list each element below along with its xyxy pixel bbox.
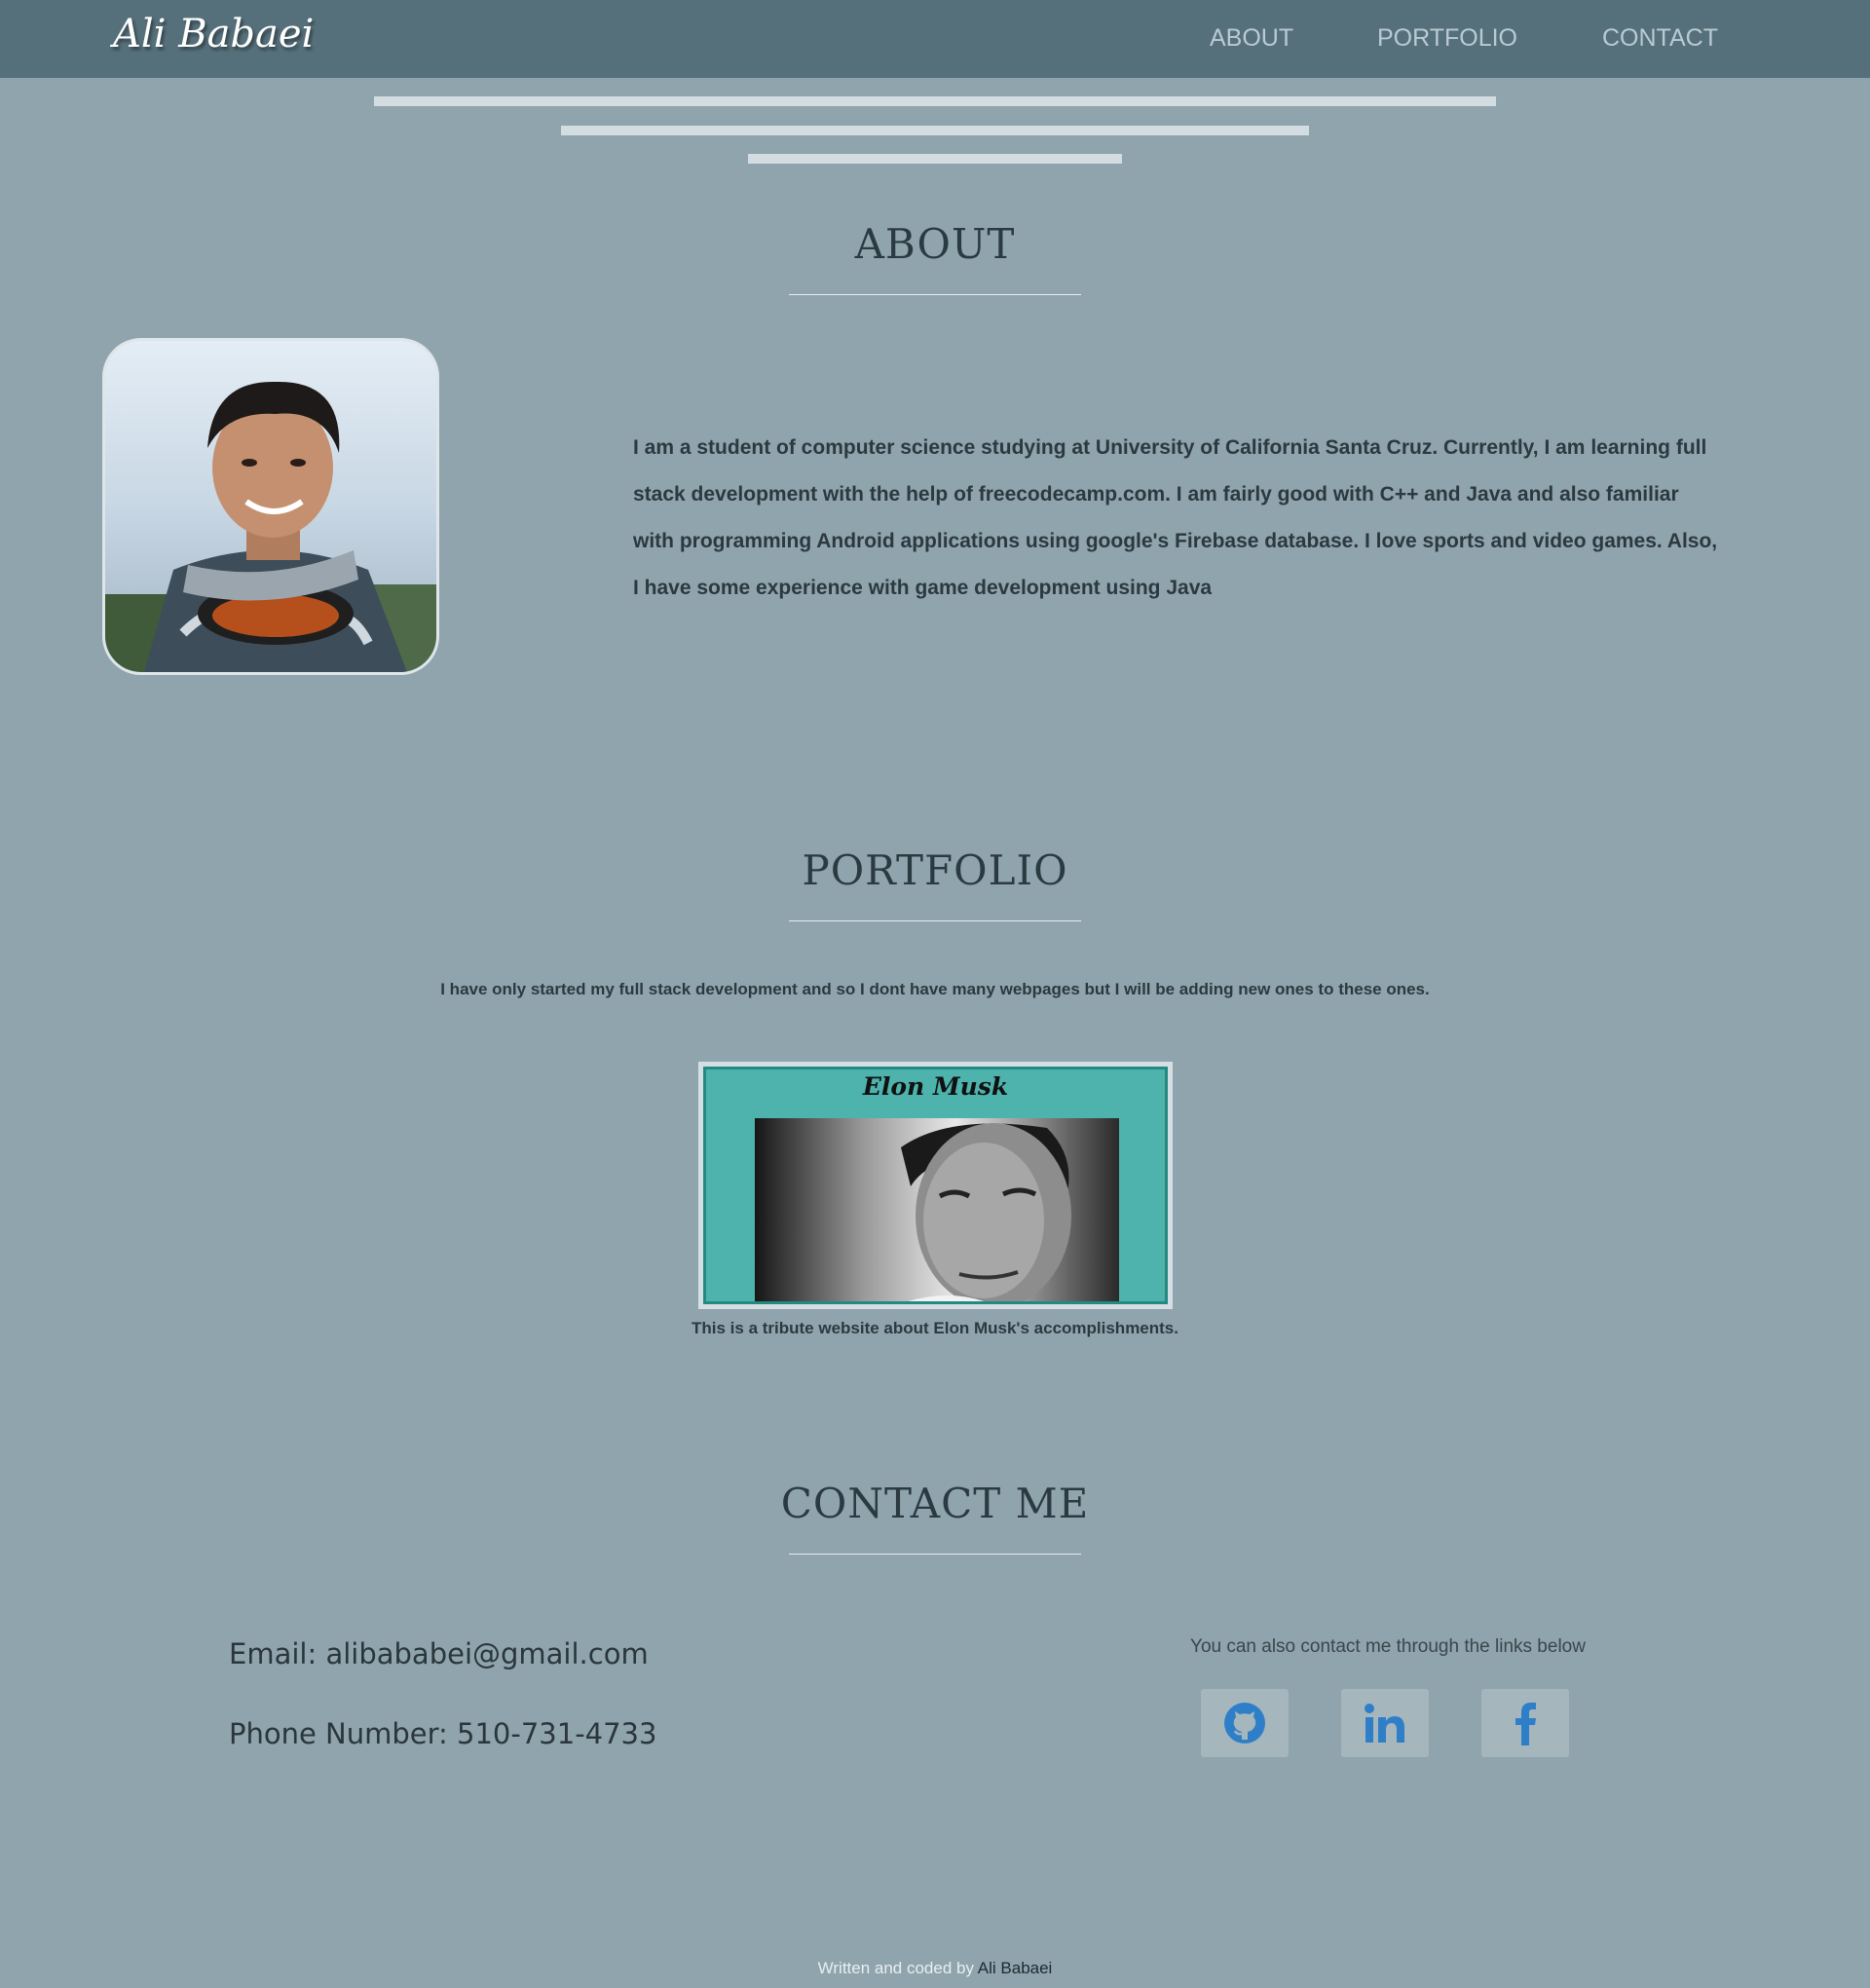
contact-phone: Phone Number: 510-731-4733 — [229, 1717, 657, 1750]
about-divider — [789, 294, 1081, 295]
portfolio-divider — [789, 920, 1081, 921]
decorative-stripe — [748, 154, 1122, 164]
github-link-button[interactable] — [1201, 1689, 1289, 1757]
footer-author-link[interactable]: Ali Babaei — [978, 1959, 1053, 1977]
github-icon — [1224, 1703, 1265, 1744]
footer-text: Written and coded by — [817, 1959, 974, 1977]
contact-divider — [789, 1554, 1081, 1555]
facebook-icon — [1515, 1703, 1536, 1745]
brand-logo[interactable]: Ali Babaei — [113, 12, 314, 56]
footer: Written and coded by Ali Babaei — [0, 1959, 1870, 1978]
nav-link-about[interactable]: ABOUT — [1210, 24, 1293, 53]
decorative-stripe — [561, 126, 1309, 135]
about-text: I am a student of computer science study… — [633, 436, 1718, 599]
navbar: Ali Babaei ABOUT PORTFOLIO CONTACT — [0, 0, 1870, 78]
about-heading: ABOUT — [854, 220, 1016, 268]
contact-links-note: You can also contact me through the link… — [1190, 1636, 1586, 1657]
project-preview-heading: Elon Musk — [862, 1072, 1009, 1101]
profile-photo — [102, 338, 439, 675]
project-preview-image — [755, 1118, 1119, 1301]
project-card-elon-musk[interactable]: Elon Musk — [698, 1062, 1173, 1309]
nav-link-contact[interactable]: CONTACT — [1602, 24, 1718, 53]
project-caption: This is a tribute website about Elon Mus… — [692, 1319, 1178, 1337]
project-preview: Elon Musk — [703, 1067, 1168, 1304]
linkedin-link-button[interactable] — [1341, 1689, 1429, 1757]
nav-link-portfolio[interactable]: PORTFOLIO — [1377, 24, 1517, 53]
portfolio-intro: I have only started my full stack develo… — [440, 980, 1430, 998]
linkedin-icon — [1365, 1704, 1404, 1743]
contact-email: Email: alibababei@gmail.com — [229, 1637, 649, 1670]
facebook-link-button[interactable] — [1481, 1689, 1569, 1757]
portfolio-heading: PORTFOLIO — [802, 846, 1068, 894]
contact-heading: CONTACT ME — [780, 1480, 1090, 1527]
decorative-stripe — [374, 96, 1496, 106]
